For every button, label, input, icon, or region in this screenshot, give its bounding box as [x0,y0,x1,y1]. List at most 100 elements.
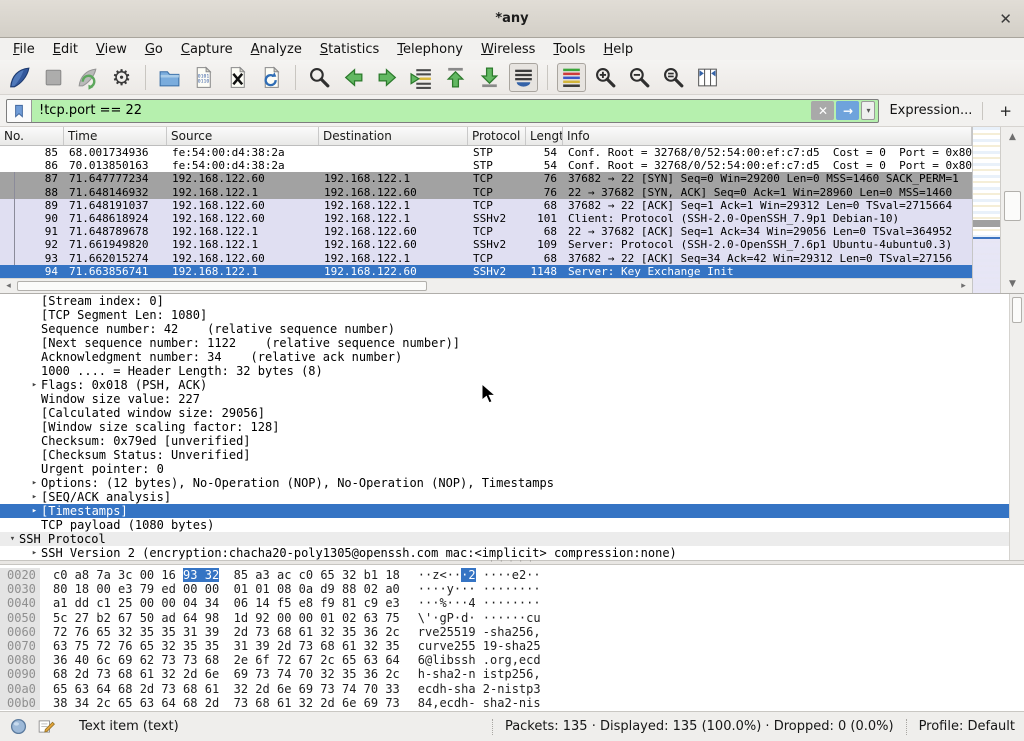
detail-line[interactable]: [Calculated window size: 29056] [0,406,1024,420]
details-scrollbar[interactable] [1009,294,1024,560]
column-header-source[interactable]: Source [167,127,319,145]
packet-row-89[interactable]: 8971.648191037192.168.122.60192.168.122.… [0,199,972,212]
detail-line[interactable]: Urgent pointer: 0 [0,462,1024,476]
column-header-time[interactable]: Time [64,127,167,145]
detail-line[interactable]: Checksum: 0x79ed [unverified] [0,434,1024,448]
column-header-protocol[interactable]: Protocol [468,127,526,145]
close-file-button[interactable] [223,63,252,92]
packet-row-92[interactable]: 9271.661949820192.168.122.1192.168.122.6… [0,238,972,251]
menu-wireless[interactable]: Wireless [472,41,544,58]
menu-go[interactable]: Go [136,41,172,58]
colorize-button[interactable] [557,63,586,92]
vertical-scrollbar[interactable]: ▲ ▼ [1000,127,1024,293]
detail-line[interactable]: [Stream index: 0] [0,294,1024,308]
go-to-packet-button[interactable] [407,63,436,92]
stop-capture-button[interactable] [39,63,68,92]
detail-line[interactable]: [Checksum Status: Unverified] [0,448,1024,462]
hex-row-00a0[interactable]: 00a065 63 64 68 2d 73 68 61 32 2d 6e 69 … [0,682,1024,696]
menu-edit[interactable]: Edit [44,41,87,58]
packet-row-90[interactable]: 9071.648618924192.168.122.60192.168.122.… [0,212,972,225]
title-bar[interactable]: *any ✕ [0,0,1024,38]
go-first-button[interactable] [441,63,470,92]
detail-line[interactable]: ▸SSH Version 2 (encryption:chacha20-poly… [0,546,1024,560]
resize-columns-button[interactable] [693,63,722,92]
expander-icon[interactable]: ▸ [28,378,41,392]
horizontal-scrollbar-thumb[interactable] [17,281,427,291]
capture-comment-icon[interactable] [37,717,56,736]
hex-row-0040[interactable]: 0040a1 dd c1 25 00 00 04 34 06 14 f5 e8 … [0,596,1024,610]
expander-icon[interactable]: ▸ [28,546,41,560]
scroll-down-icon[interactable]: ▼ [1001,276,1024,291]
hex-row-0050[interactable]: 00505c 27 b2 67 50 ad 64 98 1d 92 00 00 … [0,611,1024,625]
detail-line[interactable]: ▸Options: (12 bytes), No-Operation (NOP)… [0,476,1024,490]
detail-line[interactable]: Sequence number: 42 (relative sequence n… [0,322,1024,336]
hex-row-0020[interactable]: 0020c0 a8 7a 3c 00 16 93 32 85 a3 ac c0 … [0,568,1024,582]
start-capture-button[interactable] [5,63,34,92]
horizontal-scrollbar[interactable]: ◂ ▸ [0,278,972,293]
auto-scroll-button[interactable] [509,63,538,92]
go-last-button[interactable] [475,63,504,92]
filter-bookmark-button[interactable] [7,100,32,122]
detail-line[interactable]: TCP payload (1080 bytes) [0,518,1024,532]
detail-line[interactable]: ▾SSH Protocol [0,532,1024,546]
detail-line[interactable]: Window size value: 227 [0,392,1024,406]
packet-row-94[interactable]: 9471.663856741192.168.122.1192.168.122.6… [0,265,972,278]
detail-line[interactable]: 1000 .... = Header Length: 32 bytes (8) [0,364,1024,378]
packet-list-minimap[interactable] [972,127,1000,293]
capture-options-button[interactable]: ⚙ [107,63,136,92]
filter-dropdown-button[interactable]: ▾ [861,101,875,120]
scroll-right-icon[interactable]: ▸ [956,279,971,293]
menu-telephony[interactable]: Telephony [388,41,472,58]
hex-row-0070[interactable]: 007063 75 72 76 65 32 35 35 31 39 2d 73 … [0,639,1024,653]
column-header-info[interactable]: Info [563,127,972,145]
profile-text[interactable]: Profile: Default [919,719,1015,734]
expression-button[interactable]: Expression... [889,103,972,118]
column-header-length[interactable]: Length [526,127,563,145]
hex-row-0060[interactable]: 006072 76 65 32 35 35 31 39 2d 73 68 61 … [0,625,1024,639]
display-filter-input[interactable]: !tcp.port == 22 ✕ → ▾ [6,99,879,123]
vertical-scrollbar-thumb[interactable] [1004,191,1021,221]
menu-view[interactable]: View [87,41,136,58]
scroll-up-icon[interactable]: ▲ [1001,129,1024,144]
packet-row-91[interactable]: 9171.648789678192.168.122.1192.168.122.6… [0,225,972,238]
save-file-button[interactable]: 01010110 [189,63,218,92]
detail-line[interactable]: Acknowledgment number: 34 (relative ack … [0,350,1024,364]
expander-icon[interactable]: ▸ [28,504,41,518]
menu-capture[interactable]: Capture [172,41,242,58]
expander-icon[interactable]: ▸ [28,490,41,504]
restart-capture-button[interactable] [73,63,102,92]
detail-line[interactable]: ▸Flags: 0x018 (PSH, ACK) [0,378,1024,392]
go-back-button[interactable] [339,63,368,92]
open-file-button[interactable] [155,63,184,92]
hex-row-0030[interactable]: 003080 18 00 e3 79 ed 00 00 01 01 08 0a … [0,582,1024,596]
expert-info-icon[interactable] [9,717,28,736]
column-header-no[interactable]: No. [0,127,64,145]
menu-file[interactable]: File [4,41,44,58]
packet-row-87[interactable]: 8771.647777234192.168.122.60192.168.122.… [0,172,972,185]
detail-line[interactable]: [TCP Segment Len: 1080] [0,308,1024,322]
zoom-reset-button[interactable] [659,63,688,92]
close-window-button[interactable]: ✕ [999,10,1012,28]
filter-text[interactable]: !tcp.port == 22 [32,103,811,118]
menu-statistics[interactable]: Statistics [311,41,388,58]
menu-help[interactable]: Help [594,41,642,58]
reload-file-button[interactable] [257,63,286,92]
packet-row-86[interactable]: 8670.013850163fe:54:00:d4:38:2aSTP54Conf… [0,159,972,172]
zoom-in-button[interactable] [591,63,620,92]
menu-tools[interactable]: Tools [544,41,594,58]
hex-row-00b0[interactable]: 00b038 34 2c 65 63 64 68 2d 73 68 61 32 … [0,696,1024,710]
zoom-out-button[interactable] [625,63,654,92]
packet-row-85[interactable]: 8568.001734936fe:54:00:d4:38:2aSTP54Conf… [0,146,972,159]
detail-line[interactable]: [Window size scaling factor: 128] [0,420,1024,434]
hex-row-0080[interactable]: 008036 40 6c 69 62 73 73 68 2e 6f 72 67 … [0,653,1024,667]
menu-analyze[interactable]: Analyze [242,41,311,58]
scroll-left-icon[interactable]: ◂ [1,279,16,293]
details-scrollbar-thumb[interactable] [1012,297,1022,323]
detail-line[interactable]: [Next sequence number: 1122 (relative se… [0,336,1024,350]
find-packet-button[interactable] [305,63,334,92]
expander-icon[interactable]: ▾ [6,532,19,546]
filter-apply-button[interactable]: → [836,101,859,120]
add-filter-button[interactable]: + [993,102,1018,120]
expander-icon[interactable]: ▸ [28,476,41,490]
go-forward-button[interactable] [373,63,402,92]
